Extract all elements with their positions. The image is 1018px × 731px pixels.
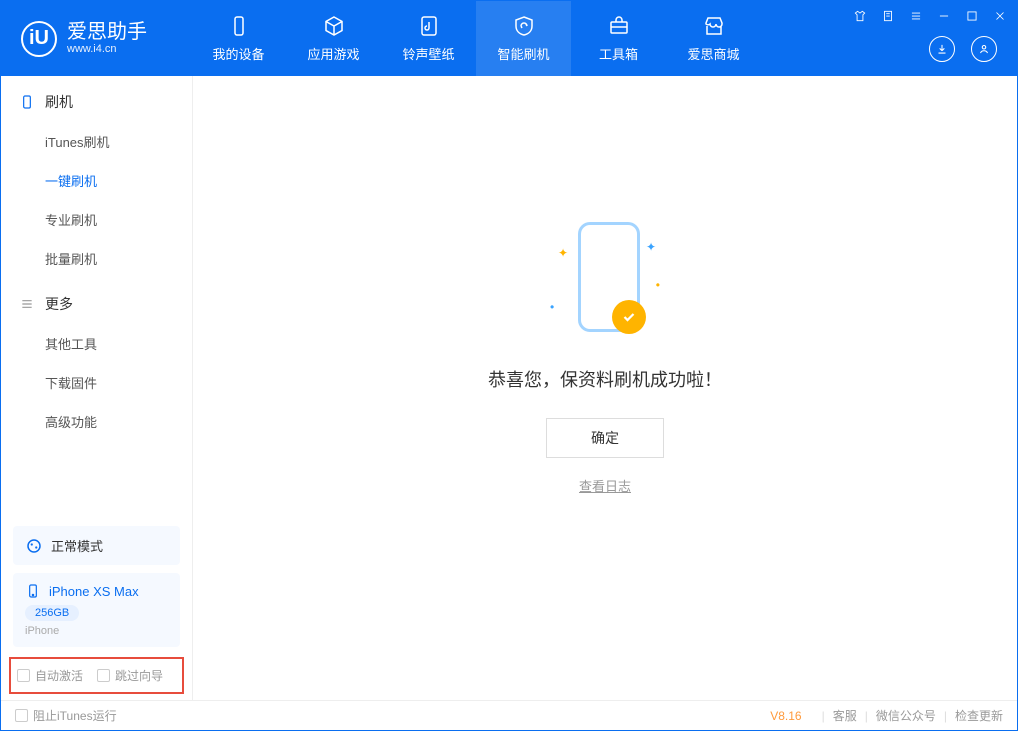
maximize-icon[interactable] <box>963 7 981 25</box>
spark-icon: • <box>656 278 660 292</box>
minimize-icon[interactable] <box>935 7 953 25</box>
checkbox-auto-activate[interactable]: 自动激活 <box>17 667 83 684</box>
nav-label: 应用游戏 <box>307 44 359 63</box>
close-icon[interactable] <box>991 7 1009 25</box>
sidebar-item-pro-flash[interactable]: 专业刷机 <box>1 200 192 239</box>
device-type: iPhone <box>25 625 168 637</box>
main-content: ✦ ✦ • • 恭喜您，保资料刷机成功啦！ 确定 查看日志 <box>193 76 1017 700</box>
menu-icon[interactable] <box>907 7 925 25</box>
success-illustration: ✦ ✦ • • <box>560 222 650 342</box>
sidebar-bottom: 正常模式 iPhone XS Max 256GB iPhone 自动激活 跳过向… <box>1 518 192 700</box>
group-label: 更多 <box>45 294 73 314</box>
version-label: V8.16 <box>770 709 801 723</box>
nav-label: 工具箱 <box>599 44 638 63</box>
sidebar: 刷机 iTunes刷机 一键刷机 专业刷机 批量刷机 更多 其他工具 下载固件 … <box>1 76 193 700</box>
checkbox-skip-guide[interactable]: 跳过向导 <box>97 667 163 684</box>
sidebar-item-oneclick-flash[interactable]: 一键刷机 <box>1 161 192 200</box>
mode-label: 正常模式 <box>51 536 103 555</box>
sidebar-group-flash: 刷机 <box>1 76 192 122</box>
nav-flash[interactable]: 智能刷机 <box>476 1 571 76</box>
device-capacity: 256GB <box>25 605 79 621</box>
view-log-link[interactable]: 查看日志 <box>579 476 631 495</box>
success-message: 恭喜您，保资料刷机成功啦！ <box>488 366 722 392</box>
device-icon <box>227 14 251 38</box>
shirt-icon[interactable] <box>851 7 869 25</box>
footer-right: V8.16 | 客服 | 微信公众号 | 检查更新 <box>770 707 1003 724</box>
app-body: 刷机 iTunes刷机 一键刷机 专业刷机 批量刷机 更多 其他工具 下载固件 … <box>1 76 1017 700</box>
nav-label: 爱思商城 <box>687 44 739 63</box>
spark-icon: ✦ <box>646 240 656 254</box>
music-file-icon <box>417 14 441 38</box>
nav-my-device[interactable]: 我的设备 <box>191 1 286 76</box>
app-site: www.i4.cn <box>67 43 147 55</box>
sidebar-item-batch-flash[interactable]: 批量刷机 <box>1 239 192 278</box>
logo-text: 爱思助手 www.i4.cn <box>67 21 147 55</box>
header-actions <box>929 36 997 62</box>
note-icon[interactable] <box>879 7 897 25</box>
app-name: 爱思助手 <box>67 21 147 43</box>
sidebar-item-download-fw[interactable]: 下载固件 <box>1 363 192 402</box>
toolbox-icon <box>607 14 631 38</box>
device-box[interactable]: iPhone XS Max 256GB iPhone <box>13 573 180 647</box>
spark-icon: • <box>550 300 554 314</box>
download-icon[interactable] <box>929 36 955 62</box>
nav-toolbox[interactable]: 工具箱 <box>571 1 666 76</box>
check-badge-icon <box>612 300 646 334</box>
top-nav: 我的设备 应用游戏 铃声壁纸 智能刷机 工具箱 爱思商城 <box>191 1 761 76</box>
nav-label: 我的设备 <box>212 44 264 63</box>
sidebar-item-advanced[interactable]: 高级功能 <box>1 402 192 441</box>
footer-link-update[interactable]: 检查更新 <box>955 707 1003 724</box>
sidebar-item-itunes-flash[interactable]: iTunes刷机 <box>1 122 192 161</box>
footer-left: 阻止iTunes运行 <box>15 707 117 724</box>
device-name: iPhone XS Max <box>25 583 168 599</box>
refresh-shield-icon <box>512 14 536 38</box>
status-bar: 阻止iTunes运行 V8.16 | 客服 | 微信公众号 | 检查更新 <box>1 700 1017 730</box>
spark-icon: ✦ <box>558 246 568 260</box>
logo-icon: iU <box>21 21 57 57</box>
store-icon <box>702 14 726 38</box>
nav-ringtones[interactable]: 铃声壁纸 <box>381 1 476 76</box>
nav-apps[interactable]: 应用游戏 <box>286 1 381 76</box>
footer-link-support[interactable]: 客服 <box>833 707 857 724</box>
mode-box[interactable]: 正常模式 <box>13 526 180 565</box>
ok-button[interactable]: 确定 <box>546 418 664 458</box>
footer-link-wechat[interactable]: 微信公众号 <box>876 707 936 724</box>
group-label: 刷机 <box>45 92 73 112</box>
checkbox-block-itunes[interactable]: 阻止iTunes运行 <box>15 707 117 724</box>
app-header: iU 爱思助手 www.i4.cn 我的设备 应用游戏 铃声壁纸 智能刷机 工具… <box>1 1 1017 76</box>
sidebar-item-other-tools[interactable]: 其他工具 <box>1 324 192 363</box>
window-controls <box>851 7 1009 25</box>
nav-label: 铃声壁纸 <box>402 44 454 63</box>
logo-area: iU 爱思助手 www.i4.cn <box>1 1 191 76</box>
sidebar-group-more: 更多 <box>1 278 192 324</box>
highlighted-options: 自动激活 跳过向导 <box>9 657 184 694</box>
nav-store[interactable]: 爱思商城 <box>666 1 761 76</box>
user-icon[interactable] <box>971 36 997 62</box>
cube-icon <box>322 14 346 38</box>
nav-label: 智能刷机 <box>497 44 549 63</box>
